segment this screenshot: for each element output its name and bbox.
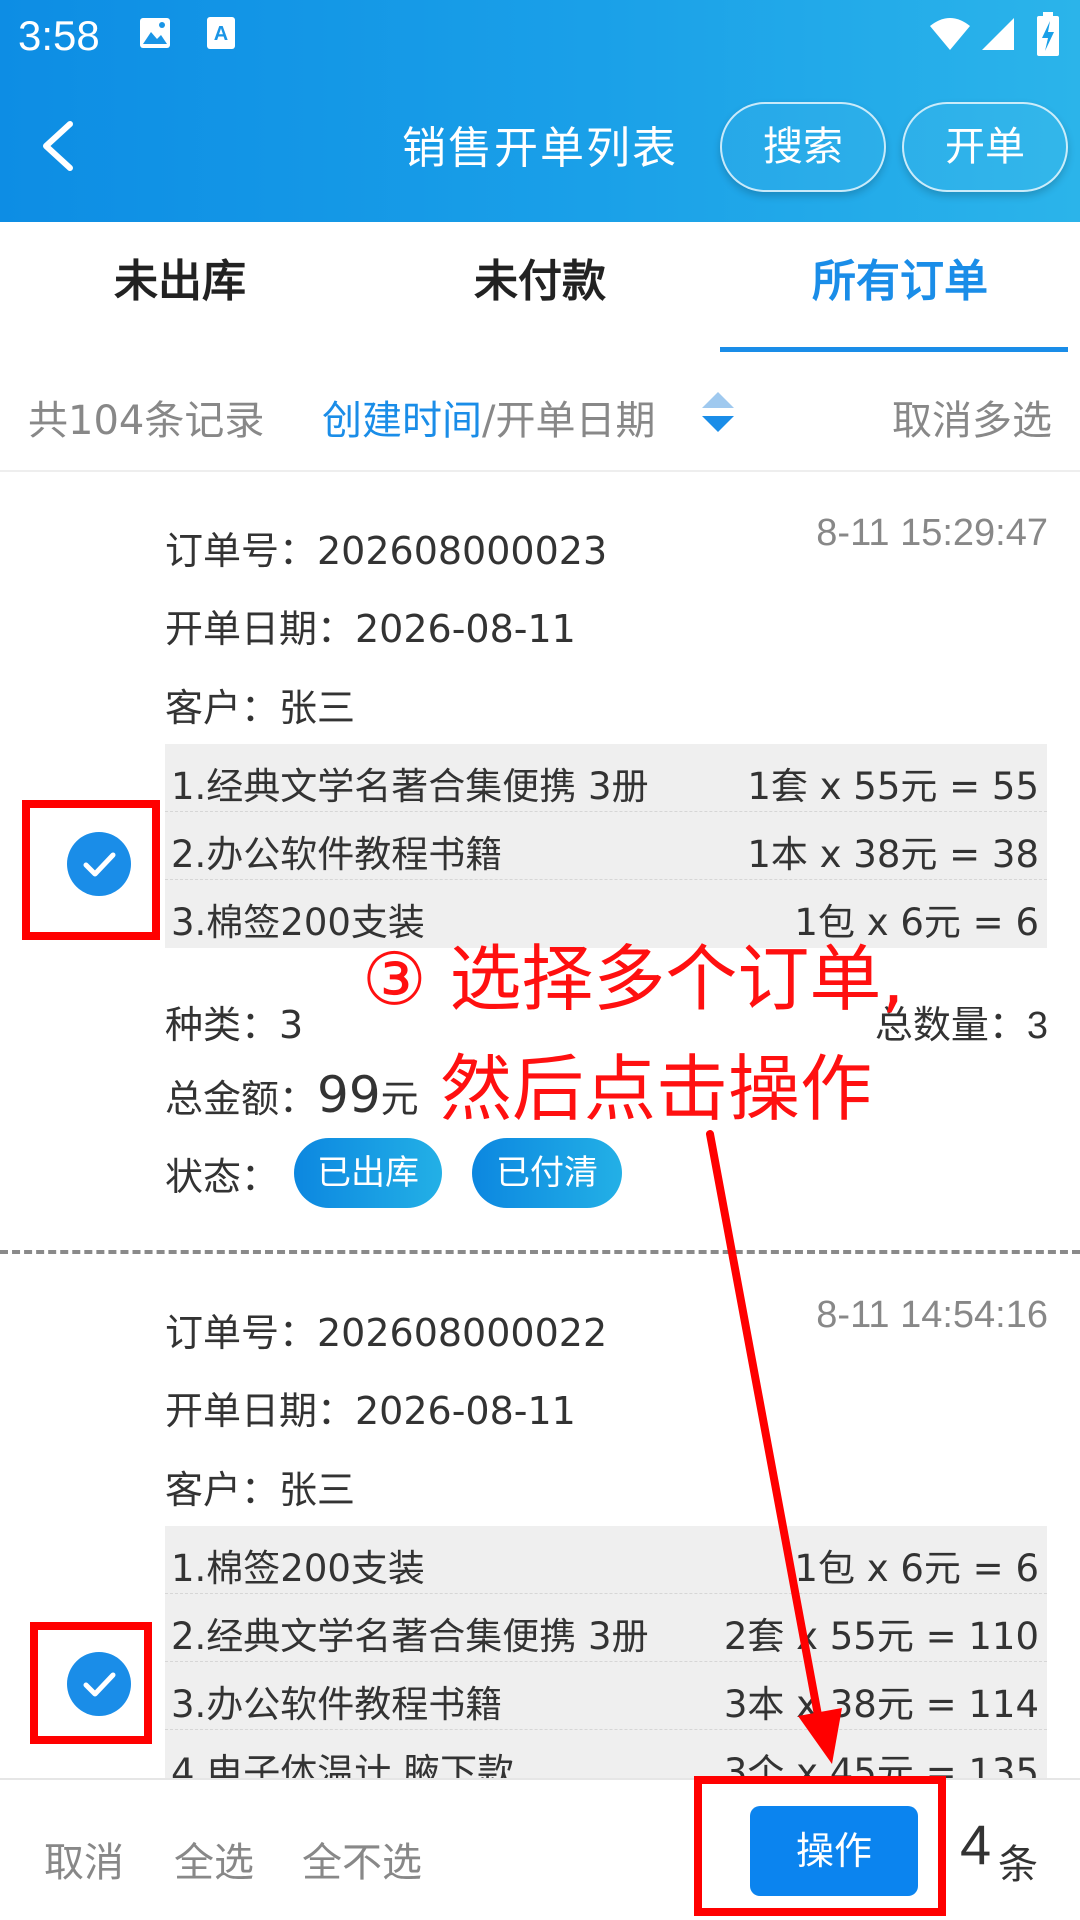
order-card[interactable]: 订单号：202608000022 8-11 14:54:16 开单日期：2026… xyxy=(0,1256,1080,1778)
selected-count: 4 xyxy=(960,1813,992,1876)
annotation-highlight-box xyxy=(22,800,160,940)
item-name: 4.电子体温计 腋下款 xyxy=(171,1751,515,1778)
order-date: 开单日期：2026-08-11 xyxy=(165,607,576,651)
item-subtotal: 1包 x 6元 = 6 xyxy=(794,1547,1039,1590)
sort-by-order-date[interactable]: /开单日期 xyxy=(482,398,655,444)
wifi-icon xyxy=(930,18,970,50)
order-divider xyxy=(0,1250,1080,1254)
search-button[interactable]: 搜索 xyxy=(720,102,886,192)
order-number: 订单号：202608000022 xyxy=(165,1311,608,1355)
total-amount-label: 总金额： xyxy=(165,1077,318,1121)
status-badge-paid: 已付清 xyxy=(472,1138,622,1208)
tab-all-orders[interactable]: 所有订单 xyxy=(720,222,1080,352)
total-amount-value: 99 xyxy=(317,1066,381,1124)
annotation-highlight-box xyxy=(694,1776,946,1916)
order-items-list: 1.经典文学名著合集便携 3册 1套 x 55元 = 55 2.办公软件教程书籍… xyxy=(165,744,1047,948)
list-item: 1.经典文学名著合集便携 3册 1套 x 55元 = 55 xyxy=(165,744,1047,812)
item-name: 2.办公软件教程书籍 xyxy=(171,833,503,876)
item-subtotal: 1本 x 38元 = 38 xyxy=(747,833,1039,876)
select-all-button[interactable]: 全选 xyxy=(174,1830,254,1888)
battery-charging-icon xyxy=(1037,12,1059,56)
item-subtotal: 3本 x 38元 = 114 xyxy=(723,1683,1039,1726)
sort-toggle-icon[interactable] xyxy=(700,390,736,434)
filter-bar: 共104条记录 创建时间/开单日期 取消多选 xyxy=(0,352,1080,472)
status-badge-shipped: 已出库 xyxy=(294,1138,442,1208)
back-arrow-icon[interactable] xyxy=(34,118,84,174)
item-name: 1.棉签200支装 xyxy=(171,1547,425,1590)
status-time: 3:58 xyxy=(18,12,100,59)
item-name: 1.经典文学名著合集便携 3册 xyxy=(171,765,649,808)
sort-selector[interactable]: 创建时间/开单日期 xyxy=(322,388,655,446)
order-created-time: 8-11 14:54:16 xyxy=(816,1294,1048,1336)
order-customer: 客户：张三 xyxy=(165,686,356,730)
order-items-list: 1.棉签200支装 1包 x 6元 = 6 2.经典文学名著合集便携 3册 2套… xyxy=(165,1526,1047,1778)
order-total-amount: 总金额：99元 xyxy=(165,1066,419,1124)
annotation-text-line-2: 然后点击操作 xyxy=(440,1047,873,1131)
order-kinds: 种类：3 xyxy=(165,1003,304,1047)
list-item: 3.办公软件教程书籍 3本 x 38元 = 114 xyxy=(165,1662,1047,1730)
total-amount-unit: 元 xyxy=(380,1077,419,1121)
app-notification-icon: A xyxy=(207,17,235,49)
create-order-button[interactable]: 开单 xyxy=(902,102,1068,192)
item-name: 2.经典文学名著合集便携 3册 xyxy=(171,1615,649,1658)
item-subtotal: 3个 x 45元 = 135 xyxy=(723,1751,1039,1778)
order-number: 订单号：202608000023 xyxy=(165,529,608,573)
svg-text:A: A xyxy=(214,23,228,45)
order-status-label: 状态： xyxy=(165,1155,280,1199)
order-customer: 客户：张三 xyxy=(165,1468,356,1512)
sort-by-created-time[interactable]: 创建时间 xyxy=(322,398,482,444)
order-date: 开单日期：2026-08-11 xyxy=(165,1389,576,1433)
item-subtotal: 1套 x 55元 = 55 xyxy=(747,765,1039,808)
select-none-button[interactable]: 全不选 xyxy=(302,1830,422,1888)
status-bar: 3:58 A xyxy=(0,0,1080,78)
list-item: 2.办公软件教程书籍 1本 x 38元 = 38 xyxy=(165,812,1047,880)
selected-count-unit: 条 xyxy=(998,1842,1038,1888)
cancel-button[interactable]: 取消 xyxy=(44,1830,124,1888)
signal-icon xyxy=(982,18,1014,50)
list-item: 1.棉签200支装 1包 x 6元 = 6 xyxy=(165,1526,1047,1594)
app-header: 3:58 A 销售开单列表 搜索 开单 xyxy=(0,0,1080,222)
item-name: 3.办公软件教程书籍 xyxy=(171,1683,503,1726)
list-item: 2.经典文学名著合集便携 3册 2套 x 55元 = 110 xyxy=(165,1594,1047,1662)
annotation-highlight-box xyxy=(30,1622,152,1744)
cancel-multi-select-button[interactable]: 取消多选 xyxy=(892,388,1052,446)
tab-unpaid[interactable]: 未付款 xyxy=(360,222,720,352)
item-subtotal: 2套 x 55元 = 110 xyxy=(723,1615,1039,1658)
order-created-time: 8-11 15:29:47 xyxy=(816,512,1048,554)
image-notification-icon xyxy=(140,18,170,48)
page-title: 销售开单列表 xyxy=(402,123,678,174)
record-count: 共104条记录 xyxy=(28,398,265,444)
tab-not-shipped[interactable]: 未出库 xyxy=(0,222,360,352)
order-tabs: 未出库 未付款 所有订单 xyxy=(0,222,1080,352)
annotation-text-line-1: ③ 选择多个订单, xyxy=(362,937,905,1021)
list-item: 4.电子体温计 腋下款 3个 x 45元 = 135 xyxy=(165,1730,1047,1778)
